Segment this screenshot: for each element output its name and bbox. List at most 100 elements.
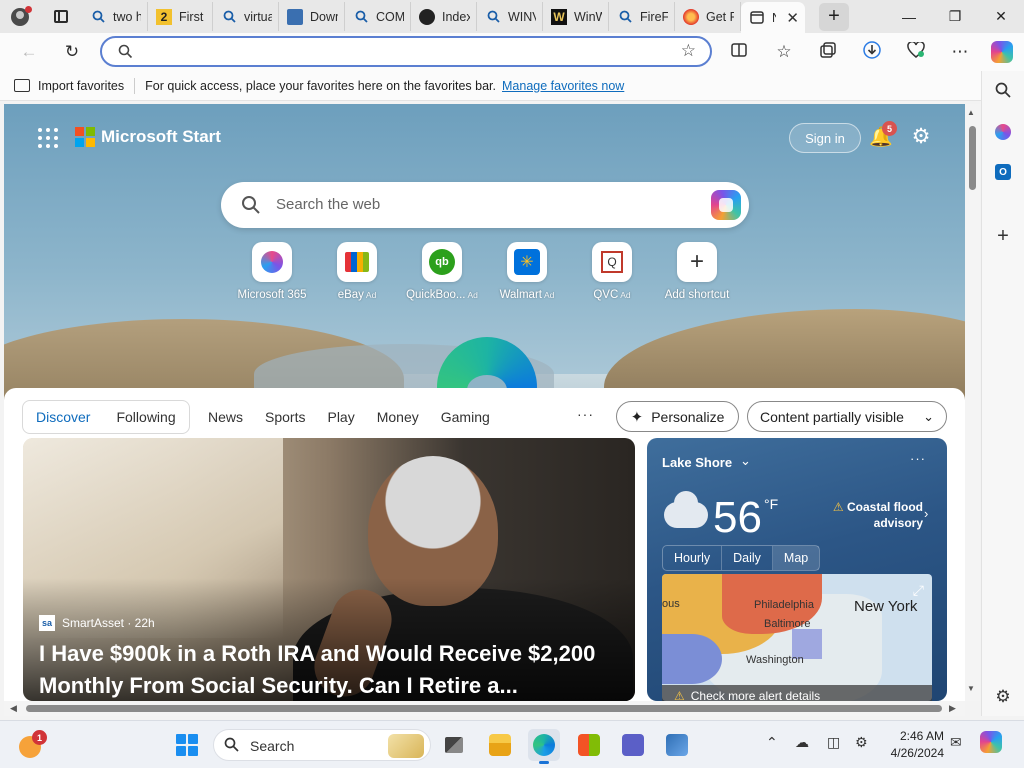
- tab-hourly[interactable]: Hourly: [663, 546, 723, 570]
- tab-first[interactable]: 2 First t: [148, 2, 213, 31]
- nav-play[interactable]: Play: [327, 409, 354, 425]
- vertical-scrollbar[interactable]: ▲ ▼: [965, 104, 980, 701]
- manage-favorites-link[interactable]: Manage favorites now: [502, 79, 624, 93]
- page-title[interactable]: Microsoft Start: [101, 127, 221, 147]
- display-icon[interactable]: ◫: [827, 734, 840, 751]
- sidebar-add-button[interactable]: +: [990, 223, 1016, 249]
- copilot-preview-icon[interactable]: [980, 731, 1002, 753]
- store-button[interactable]: [573, 729, 605, 761]
- new-tab-button[interactable]: +: [819, 2, 849, 31]
- favorite-star-icon[interactable]: ☆: [681, 41, 696, 61]
- import-favorites-button[interactable]: Import favorites: [14, 79, 124, 93]
- system-clock[interactable]: 2:46 AM 4/26/2024: [880, 728, 944, 762]
- tab-discover[interactable]: Discover: [23, 409, 103, 425]
- tab-download[interactable]: Down: [279, 2, 345, 31]
- page-settings-gear-icon[interactable]: ⚙: [909, 124, 933, 148]
- taskbar-search[interactable]: Search: [213, 729, 431, 761]
- weather-alert[interactable]: ⚠ Coastal flood advisory: [823, 499, 923, 531]
- tab-daily[interactable]: Daily: [722, 546, 773, 570]
- tab-following[interactable]: Following: [103, 409, 188, 425]
- back-button[interactable]: ←: [14, 37, 44, 67]
- content-visibility-dropdown[interactable]: Content partially visible ⌄: [747, 401, 947, 432]
- task-view-button[interactable]: [438, 729, 470, 761]
- tab-map[interactable]: Map: [772, 546, 820, 570]
- article-headline[interactable]: I Have $900k in a Roth IRA and Would Rec…: [39, 638, 629, 701]
- scroll-right-arrow-icon[interactable]: ▶: [949, 703, 956, 714]
- browser-essentials-button[interactable]: [901, 37, 931, 67]
- weather-widget-button[interactable]: 1: [17, 730, 47, 760]
- close-window-button[interactable]: ✕: [978, 0, 1024, 33]
- copilot-icon[interactable]: [711, 190, 741, 220]
- split-screen-button[interactable]: [724, 37, 754, 67]
- ad-label: Ad: [543, 290, 555, 300]
- address-bar[interactable]: ☆: [100, 36, 712, 67]
- minimize-button[interactable]: —: [886, 0, 932, 33]
- shortcut-quickbooks[interactable]: qb QuickBoo... Ad: [399, 242, 485, 301]
- expand-icon[interactable]: ⤢: [913, 582, 924, 599]
- nav-gaming[interactable]: Gaming: [441, 409, 490, 425]
- refresh-button[interactable]: ↻: [57, 37, 87, 67]
- file-explorer-button[interactable]: [484, 729, 516, 761]
- shortcut-ebay[interactable]: eBay Ad: [314, 242, 400, 301]
- nav-news[interactable]: News: [208, 409, 243, 425]
- scroll-up-arrow-icon[interactable]: ▲: [967, 108, 975, 117]
- sidebar-m365-button[interactable]: [990, 119, 1016, 145]
- web-search-box[interactable]: Search the web: [221, 182, 749, 228]
- scroll-left-arrow-icon[interactable]: ◀: [10, 703, 17, 714]
- horizontal-scrollbar[interactable]: ◀ ▶: [4, 701, 965, 716]
- collections-button[interactable]: [813, 37, 843, 67]
- temperature-unit[interactable]: °F: [764, 496, 778, 512]
- tab-search-1[interactable]: two h: [82, 2, 148, 31]
- task-view-icon: [445, 737, 463, 753]
- copilot-button[interactable]: [987, 37, 1017, 67]
- address-input[interactable]: [144, 42, 664, 62]
- chevron-down-icon[interactable]: ⌄: [740, 453, 751, 469]
- cloud-offline-icon[interactable]: ☁: [795, 734, 809, 751]
- nav-sports[interactable]: Sports: [265, 409, 305, 425]
- chevron-right-icon[interactable]: ›: [924, 506, 928, 521]
- tab-new-tab[interactable]: N ✕: [741, 2, 805, 33]
- tab-virtual[interactable]: virtua: [213, 2, 279, 31]
- profile-button[interactable]: [0, 0, 40, 33]
- tab-get-firefox[interactable]: Get Fi: [675, 2, 741, 31]
- app-launcher-icon[interactable]: [38, 128, 58, 148]
- nav-money[interactable]: Money: [377, 409, 419, 425]
- edge-taskbar-button[interactable]: [528, 729, 560, 764]
- hero-news-card[interactable]: sa SmartAsset · 22h I Have $900k in a Ro…: [23, 438, 635, 701]
- shortcut-qvc[interactable]: Q QVC Ad: [569, 242, 655, 301]
- sidebar-search-button[interactable]: [990, 79, 1016, 105]
- weather-more-button[interactable]: ···: [910, 451, 926, 466]
- sign-in-button[interactable]: Sign in: [789, 123, 861, 153]
- favorites-button[interactable]: ☆: [769, 37, 799, 67]
- personalize-button[interactable]: ✦ Personalize: [616, 401, 739, 432]
- alert-details-link[interactable]: ⚠ Check more alert details: [662, 685, 932, 701]
- shortcut-walmart[interactable]: ✳ Walmart Ad: [484, 242, 570, 301]
- sidebar-outlook-button[interactable]: O: [990, 159, 1016, 185]
- weather-map[interactable]: ous Philadelphia Baltimore Washington Ne…: [662, 574, 932, 701]
- tab-winworld[interactable]: W WinW: [543, 2, 609, 31]
- tab-firefox-search[interactable]: FireFo: [609, 2, 675, 31]
- scrollbar-thumb[interactable]: [26, 705, 942, 712]
- tab-comp[interactable]: COMP: [345, 2, 411, 31]
- scrollbar-thumb[interactable]: [969, 126, 976, 190]
- tab-winv[interactable]: WINV: [477, 2, 543, 31]
- start-button[interactable]: [176, 734, 198, 756]
- shortcut-microsoft-365[interactable]: Microsoft 365: [229, 242, 315, 301]
- search-icon: [90, 9, 106, 25]
- close-tab-button[interactable]: ✕: [786, 9, 799, 27]
- shortcut-add[interactable]: + Add shortcut: [654, 242, 740, 301]
- weather-location[interactable]: Lake Shore: [662, 455, 732, 470]
- language-icon[interactable]: ⚙: [855, 734, 868, 751]
- teams-button[interactable]: [617, 729, 649, 761]
- maximize-button[interactable]: ❐: [932, 0, 978, 33]
- tab-actions-button[interactable]: [40, 0, 82, 33]
- notification-center-icon[interactable]: ✉: [950, 734, 962, 751]
- scroll-down-arrow-icon[interactable]: ▼: [967, 684, 975, 693]
- downloads-button[interactable]: [857, 37, 887, 67]
- sidebar-settings-button[interactable]: ⚙: [990, 684, 1016, 710]
- show-hidden-icons-chevron-icon[interactable]: ⌃: [766, 734, 778, 751]
- virtualbox-button[interactable]: [661, 729, 693, 761]
- settings-more-button[interactable]: ⋯: [945, 37, 975, 67]
- tab-index[interactable]: Index: [411, 2, 477, 31]
- more-categories-button[interactable]: ···: [577, 406, 594, 422]
